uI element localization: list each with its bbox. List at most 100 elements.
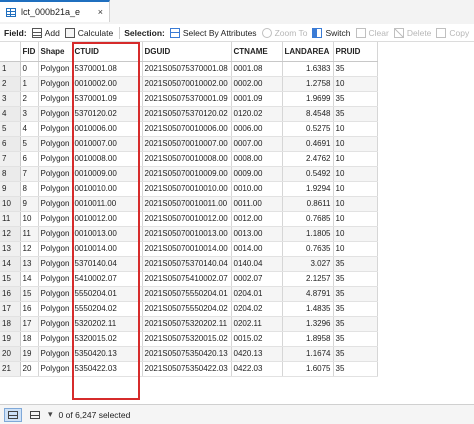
cell-shape[interactable]: Polygon [38, 76, 73, 92]
cell-shape[interactable]: Polygon [38, 196, 73, 212]
column-header-ctuid[interactable]: CTUID [72, 42, 143, 62]
cell-fid[interactable]: 1 [20, 76, 39, 92]
row-number[interactable]: 10 [0, 196, 21, 212]
cell-fid[interactable]: 4 [20, 121, 39, 137]
copy-button[interactable]: Copy [436, 27, 469, 38]
cell-dguid[interactable]: 2021S05075410002.07 [142, 271, 232, 287]
cell-shape[interactable]: Polygon [38, 256, 73, 272]
table-row[interactable]: 21 20 Polygon 5350422.03 2021S05075350422.03… [0, 361, 378, 377]
cell-fid[interactable]: 17 [20, 316, 39, 332]
cell-pruid[interactable]: 10 [333, 211, 378, 227]
table-row[interactable]: 16 15 Polygon 5550204.01 2021S05075550204.01… [0, 286, 378, 302]
cell-pruid[interactable]: 10 [333, 181, 378, 197]
cell-dguid[interactable]: 2021S05075550204.02 [142, 301, 232, 317]
cell-ctuid[interactable]: 5320202.11 [72, 316, 143, 332]
cell-shape[interactable]: Polygon [38, 136, 73, 152]
table-row[interactable]: 13 12 Polygon 0010014.00 2021S05070010014.00… [0, 241, 378, 257]
cell-fid[interactable]: 5 [20, 136, 39, 152]
table-row[interactable]: 10 9 Polygon 0010011.00 2021S05070010011.00 0… [0, 196, 378, 212]
show-selected-records-button[interactable] [26, 408, 44, 422]
cell-fid[interactable]: 0 [20, 61, 39, 77]
cell-landarea[interactable]: 1.6075 [282, 361, 334, 377]
cell-dguid[interactable]: 2021S05070010008.00 [142, 151, 232, 167]
cell-ctuid[interactable]: 0010002.00 [72, 76, 143, 92]
cell-pruid[interactable]: 35 [333, 346, 378, 362]
row-number[interactable]: 7 [0, 151, 21, 167]
cell-fid[interactable]: 7 [20, 166, 39, 182]
cell-pruid[interactable]: 35 [333, 331, 378, 347]
table-row[interactable]: 3 2 Polygon 5370001.09 2021S05075370001.09 00… [0, 91, 378, 107]
row-number[interactable]: 13 [0, 241, 21, 257]
cell-ctname[interactable]: 0013.00 [231, 226, 283, 242]
select-by-attributes-button[interactable]: Select By Attributes [169, 27, 257, 38]
cell-landarea[interactable]: 1.9294 [282, 181, 334, 197]
cell-dguid[interactable]: 2021S05075550204.01 [142, 286, 232, 302]
cell-ctname[interactable]: 0204.01 [231, 286, 283, 302]
row-number[interactable]: 14 [0, 256, 21, 272]
cell-pruid[interactable]: 10 [333, 136, 378, 152]
cell-ctname[interactable]: 0001.08 [231, 61, 283, 77]
delete-button[interactable]: Delete [393, 27, 431, 38]
cell-ctuid[interactable]: 5370140.04 [72, 256, 143, 272]
show-all-records-button[interactable] [4, 407, 22, 422]
cell-ctname[interactable]: 0011.00 [231, 196, 283, 212]
cell-dguid[interactable]: 2021S05075350422.03 [142, 361, 232, 377]
cell-shape[interactable]: Polygon [38, 61, 73, 77]
cell-landarea[interactable]: 3.027 [282, 256, 334, 272]
cell-dguid[interactable]: 2021S05075370001.08 [142, 61, 232, 77]
cell-pruid[interactable]: 35 [333, 61, 378, 77]
cell-ctname[interactable]: 0422.03 [231, 361, 283, 377]
cell-pruid[interactable]: 10 [333, 196, 378, 212]
cell-ctuid[interactable]: 0010011.00 [72, 196, 143, 212]
calculate-button[interactable]: Calculate [64, 27, 113, 38]
cell-landarea[interactable]: 0.8611 [282, 196, 334, 212]
cell-ctuid[interactable]: 5550204.01 [72, 286, 143, 302]
cell-dguid[interactable]: 2021S05075370120.02 [142, 106, 232, 122]
cell-shape[interactable]: Polygon [38, 301, 73, 317]
cell-pruid[interactable]: 10 [333, 166, 378, 182]
close-icon[interactable]: × [98, 7, 103, 17]
cell-fid[interactable]: 11 [20, 226, 39, 242]
cell-shape[interactable]: Polygon [38, 121, 73, 137]
cell-ctuid[interactable]: 5370120.02 [72, 106, 143, 122]
cell-ctuid[interactable]: 5370001.08 [72, 61, 143, 77]
table-row[interactable]: 20 19 Polygon 5350420.13 2021S05075350420.13… [0, 346, 378, 362]
cell-fid[interactable]: 10 [20, 211, 39, 227]
row-number[interactable]: 21 [0, 361, 21, 377]
cell-ctname[interactable]: 0002.00 [231, 76, 283, 92]
cell-shape[interactable]: Polygon [38, 241, 73, 257]
cell-fid[interactable]: 3 [20, 106, 39, 122]
cell-ctuid[interactable]: 0010007.00 [72, 136, 143, 152]
cell-pruid[interactable]: 10 [333, 226, 378, 242]
cell-ctuid[interactable]: 0010009.00 [72, 166, 143, 182]
cell-fid[interactable]: 2 [20, 91, 39, 107]
cell-shape[interactable]: Polygon [38, 211, 73, 227]
cell-dguid[interactable]: 2021S05070010013.00 [142, 226, 232, 242]
cell-ctname[interactable]: 0204.02 [231, 301, 283, 317]
cell-fid[interactable]: 8 [20, 181, 39, 197]
row-number[interactable]: 3 [0, 91, 21, 107]
row-number[interactable]: 20 [0, 346, 21, 362]
cell-shape[interactable]: Polygon [38, 361, 73, 377]
cell-dguid[interactable]: 2021S05075320202.11 [142, 316, 232, 332]
cell-pruid[interactable]: 10 [333, 76, 378, 92]
cell-pruid[interactable]: 10 [333, 151, 378, 167]
table-row[interactable]: 15 14 Polygon 5410002.07 2021S05075410002.07… [0, 271, 378, 287]
cell-landarea[interactable]: 0.7635 [282, 241, 334, 257]
cell-landarea[interactable]: 1.1805 [282, 226, 334, 242]
tab-attribute-table[interactable]: lct_000b21a_e × [0, 0, 110, 22]
cell-ctname[interactable]: 0007.00 [231, 136, 283, 152]
cell-ctuid[interactable]: 0010013.00 [72, 226, 143, 242]
row-number[interactable]: 16 [0, 286, 21, 302]
table-row[interactable]: 7 6 Polygon 0010008.00 2021S05070010008.00 00… [0, 151, 378, 167]
cell-pruid[interactable]: 35 [333, 301, 378, 317]
table-row[interactable]: 1 0 Polygon 5370001.08 2021S05075370001.08 00… [0, 61, 378, 77]
column-header-fid[interactable]: FID [20, 42, 39, 62]
cell-fid[interactable]: 9 [20, 196, 39, 212]
cell-dguid[interactable]: 2021S05075350420.13 [142, 346, 232, 362]
row-number[interactable]: 4 [0, 106, 21, 122]
cell-landarea[interactable]: 0.5492 [282, 166, 334, 182]
cell-dguid[interactable]: 2021S05070010010.00 [142, 181, 232, 197]
cell-shape[interactable]: Polygon [38, 286, 73, 302]
cell-shape[interactable]: Polygon [38, 151, 73, 167]
